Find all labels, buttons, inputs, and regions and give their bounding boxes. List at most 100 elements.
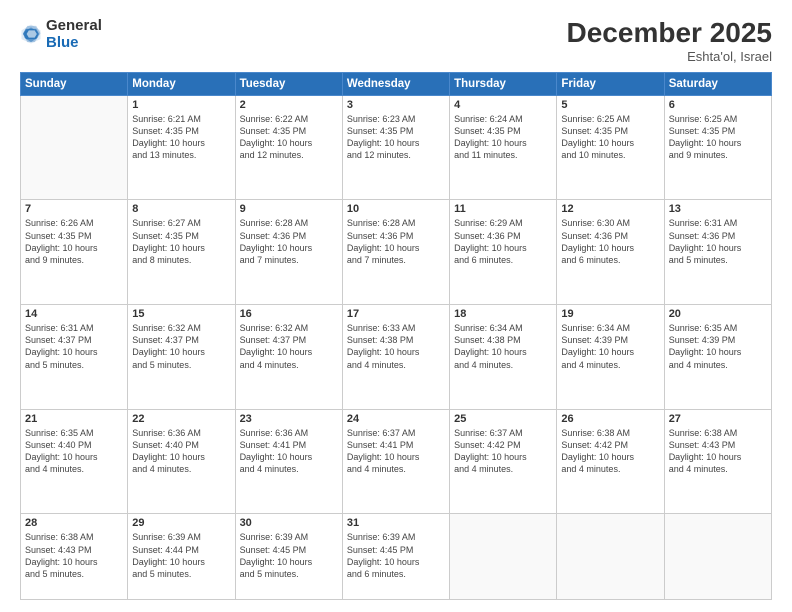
day-info: Sunrise: 6:23 AM Sunset: 4:35 PM Dayligh… (347, 113, 445, 162)
table-row: 27Sunrise: 6:38 AM Sunset: 4:43 PM Dayli… (664, 409, 771, 514)
table-row: 22 Sunrise: 6:36 AM Sunset: 4:40 PM Dayli… (128, 409, 235, 514)
day-info: Sunrise: 6:35 AM Sunset: 4:40 PM Dayligh… (25, 427, 123, 476)
table-row: 7 Sunrise: 6:26 AM Sunset: 4:35 PM Daylig… (21, 200, 128, 305)
table-row: 28 Sunrise: 6:38 AM Sunset: 4:43 PM Dayli… (21, 514, 128, 600)
day-number: 31 (347, 517, 445, 529)
table-row: 15 Sunrise: 6:32 AM Sunset: 4:37 PM Dayli… (128, 305, 235, 410)
day-info: Sunrise: 6:36 AM Sunset: 4:41 PM Dayligh… (240, 427, 338, 476)
table-row: 25Sunrise: 6:37 AM Sunset: 4:42 PM Dayli… (450, 409, 557, 514)
day-number: 17 (347, 308, 445, 320)
table-row: 8Sunrise: 6:27 AM Sunset: 4:35 PM Daylig… (128, 200, 235, 305)
day-number: 5 (561, 99, 659, 111)
day-info: Sunrise: 6:32 AM Sunset: 4:37 PM Dayligh… (132, 322, 230, 371)
logo-general-text: General (46, 18, 102, 35)
day-number: 15 (132, 308, 230, 320)
location-subtitle: Eshta'ol, Israel (567, 49, 772, 64)
day-number: 18 (454, 308, 552, 320)
day-number: 22 (132, 413, 230, 425)
table-row: 23 Sunrise: 6:36 AM Sunset: 4:41 PM Dayli… (235, 409, 342, 514)
table-row: 11 Sunrise: 6:29 AM Sunset: 4:36 PM Dayli… (450, 200, 557, 305)
col-wednesday: Wednesday (342, 72, 449, 95)
day-number: 19 (561, 308, 659, 320)
col-tuesday: Tuesday (235, 72, 342, 95)
col-thursday: Thursday (450, 72, 557, 95)
day-info: Sunrise: 6:28 AM Sunset: 4:36 PM Dayligh… (347, 217, 445, 266)
calendar-week-row: 21 Sunrise: 6:35 AM Sunset: 4:40 PM Dayli… (21, 409, 772, 514)
day-number: 25 (454, 413, 552, 425)
day-number: 9 (240, 203, 338, 215)
day-info: Sunrise: 6:38 AM Sunset: 4:42 PM Dayligh… (561, 427, 659, 476)
table-row: 20 Sunrise: 6:35 AM Sunset: 4:39 PM Dayli… (664, 305, 771, 410)
day-info: Sunrise: 6:39 AM Sunset: 4:45 PM Dayligh… (240, 531, 338, 580)
day-number: 4 (454, 99, 552, 111)
day-number: 20 (669, 308, 767, 320)
table-row (557, 514, 664, 600)
day-number: 6 (669, 99, 767, 111)
table-row: 30 Sunrise: 6:39 AM Sunset: 4:45 PM Dayli… (235, 514, 342, 600)
day-number: 14 (25, 308, 123, 320)
table-row: 5 Sunrise: 6:25 AM Sunset: 4:35 PM Daylig… (557, 95, 664, 200)
table-row: 24Sunrise: 6:37 AM Sunset: 4:41 PM Dayli… (342, 409, 449, 514)
day-info: Sunrise: 6:38 AM Sunset: 4:43 PM Dayligh… (25, 531, 123, 580)
day-info: Sunrise: 6:25 AM Sunset: 4:35 PM Dayligh… (561, 113, 659, 162)
calendar-week-row: 14 Sunrise: 6:31 AM Sunset: 4:37 PM Dayli… (21, 305, 772, 410)
table-row (21, 95, 128, 200)
day-info: Sunrise: 6:32 AM Sunset: 4:37 PM Dayligh… (240, 322, 338, 371)
table-row (664, 514, 771, 600)
month-title: December 2025 (567, 18, 772, 49)
day-number: 7 (25, 203, 123, 215)
day-info: Sunrise: 6:24 AM Sunset: 4:35 PM Dayligh… (454, 113, 552, 162)
day-number: 12 (561, 203, 659, 215)
day-info: Sunrise: 6:38 AM Sunset: 4:43 PM Dayligh… (669, 427, 767, 476)
day-number: 2 (240, 99, 338, 111)
col-monday: Monday (128, 72, 235, 95)
calendar-header-row: Sunday Monday Tuesday Wednesday Thursday… (21, 72, 772, 95)
table-row: 2Sunrise: 6:22 AM Sunset: 4:35 PM Daylig… (235, 95, 342, 200)
table-row: 14 Sunrise: 6:31 AM Sunset: 4:37 PM Dayli… (21, 305, 128, 410)
header: General Blue December 2025 Eshta'ol, Isr… (20, 18, 772, 64)
day-number: 29 (132, 517, 230, 529)
day-number: 13 (669, 203, 767, 215)
day-number: 11 (454, 203, 552, 215)
day-number: 28 (25, 517, 123, 529)
table-row: 12Sunrise: 6:30 AM Sunset: 4:36 PM Dayli… (557, 200, 664, 305)
logo-blue-text: Blue (46, 35, 102, 52)
day-info: Sunrise: 6:31 AM Sunset: 4:37 PM Dayligh… (25, 322, 123, 371)
day-info: Sunrise: 6:21 AM Sunset: 4:35 PM Dayligh… (132, 113, 230, 162)
title-block: December 2025 Eshta'ol, Israel (567, 18, 772, 64)
day-info: Sunrise: 6:29 AM Sunset: 4:36 PM Dayligh… (454, 217, 552, 266)
logo-icon (20, 23, 42, 45)
table-row: 21 Sunrise: 6:35 AM Sunset: 4:40 PM Dayli… (21, 409, 128, 514)
day-info: Sunrise: 6:34 AM Sunset: 4:38 PM Dayligh… (454, 322, 552, 371)
table-row: 3 Sunrise: 6:23 AM Sunset: 4:35 PM Daylig… (342, 95, 449, 200)
day-info: Sunrise: 6:36 AM Sunset: 4:40 PM Dayligh… (132, 427, 230, 476)
table-row: 18 Sunrise: 6:34 AM Sunset: 4:38 PM Dayli… (450, 305, 557, 410)
day-number: 26 (561, 413, 659, 425)
day-number: 3 (347, 99, 445, 111)
day-number: 16 (240, 308, 338, 320)
table-row: 26 Sunrise: 6:38 AM Sunset: 4:42 PM Dayli… (557, 409, 664, 514)
table-row: 31Sunrise: 6:39 AM Sunset: 4:45 PM Dayli… (342, 514, 449, 600)
table-row: 6Sunrise: 6:25 AM Sunset: 4:35 PM Daylig… (664, 95, 771, 200)
table-row: 4 Sunrise: 6:24 AM Sunset: 4:35 PM Daylig… (450, 95, 557, 200)
table-row: 10 Sunrise: 6:28 AM Sunset: 4:36 PM Dayli… (342, 200, 449, 305)
table-row: 16 Sunrise: 6:32 AM Sunset: 4:37 PM Dayli… (235, 305, 342, 410)
day-number: 21 (25, 413, 123, 425)
day-number: 10 (347, 203, 445, 215)
table-row (450, 514, 557, 600)
calendar-week-row: 1Sunrise: 6:21 AM Sunset: 4:35 PM Daylig… (21, 95, 772, 200)
day-info: Sunrise: 6:26 AM Sunset: 4:35 PM Dayligh… (25, 217, 123, 266)
day-info: Sunrise: 6:39 AM Sunset: 4:44 PM Dayligh… (132, 531, 230, 580)
table-row: 29 Sunrise: 6:39 AM Sunset: 4:44 PM Dayli… (128, 514, 235, 600)
calendar-week-row: 7 Sunrise: 6:26 AM Sunset: 4:35 PM Daylig… (21, 200, 772, 305)
logo: General Blue (20, 18, 102, 51)
day-info: Sunrise: 6:33 AM Sunset: 4:38 PM Dayligh… (347, 322, 445, 371)
day-number: 23 (240, 413, 338, 425)
day-number: 30 (240, 517, 338, 529)
page: General Blue December 2025 Eshta'ol, Isr… (0, 0, 792, 612)
day-info: Sunrise: 6:35 AM Sunset: 4:39 PM Dayligh… (669, 322, 767, 371)
table-row: 1Sunrise: 6:21 AM Sunset: 4:35 PM Daylig… (128, 95, 235, 200)
day-number: 8 (132, 203, 230, 215)
calendar-week-row: 28 Sunrise: 6:38 AM Sunset: 4:43 PM Dayli… (21, 514, 772, 600)
day-info: Sunrise: 6:37 AM Sunset: 4:41 PM Dayligh… (347, 427, 445, 476)
